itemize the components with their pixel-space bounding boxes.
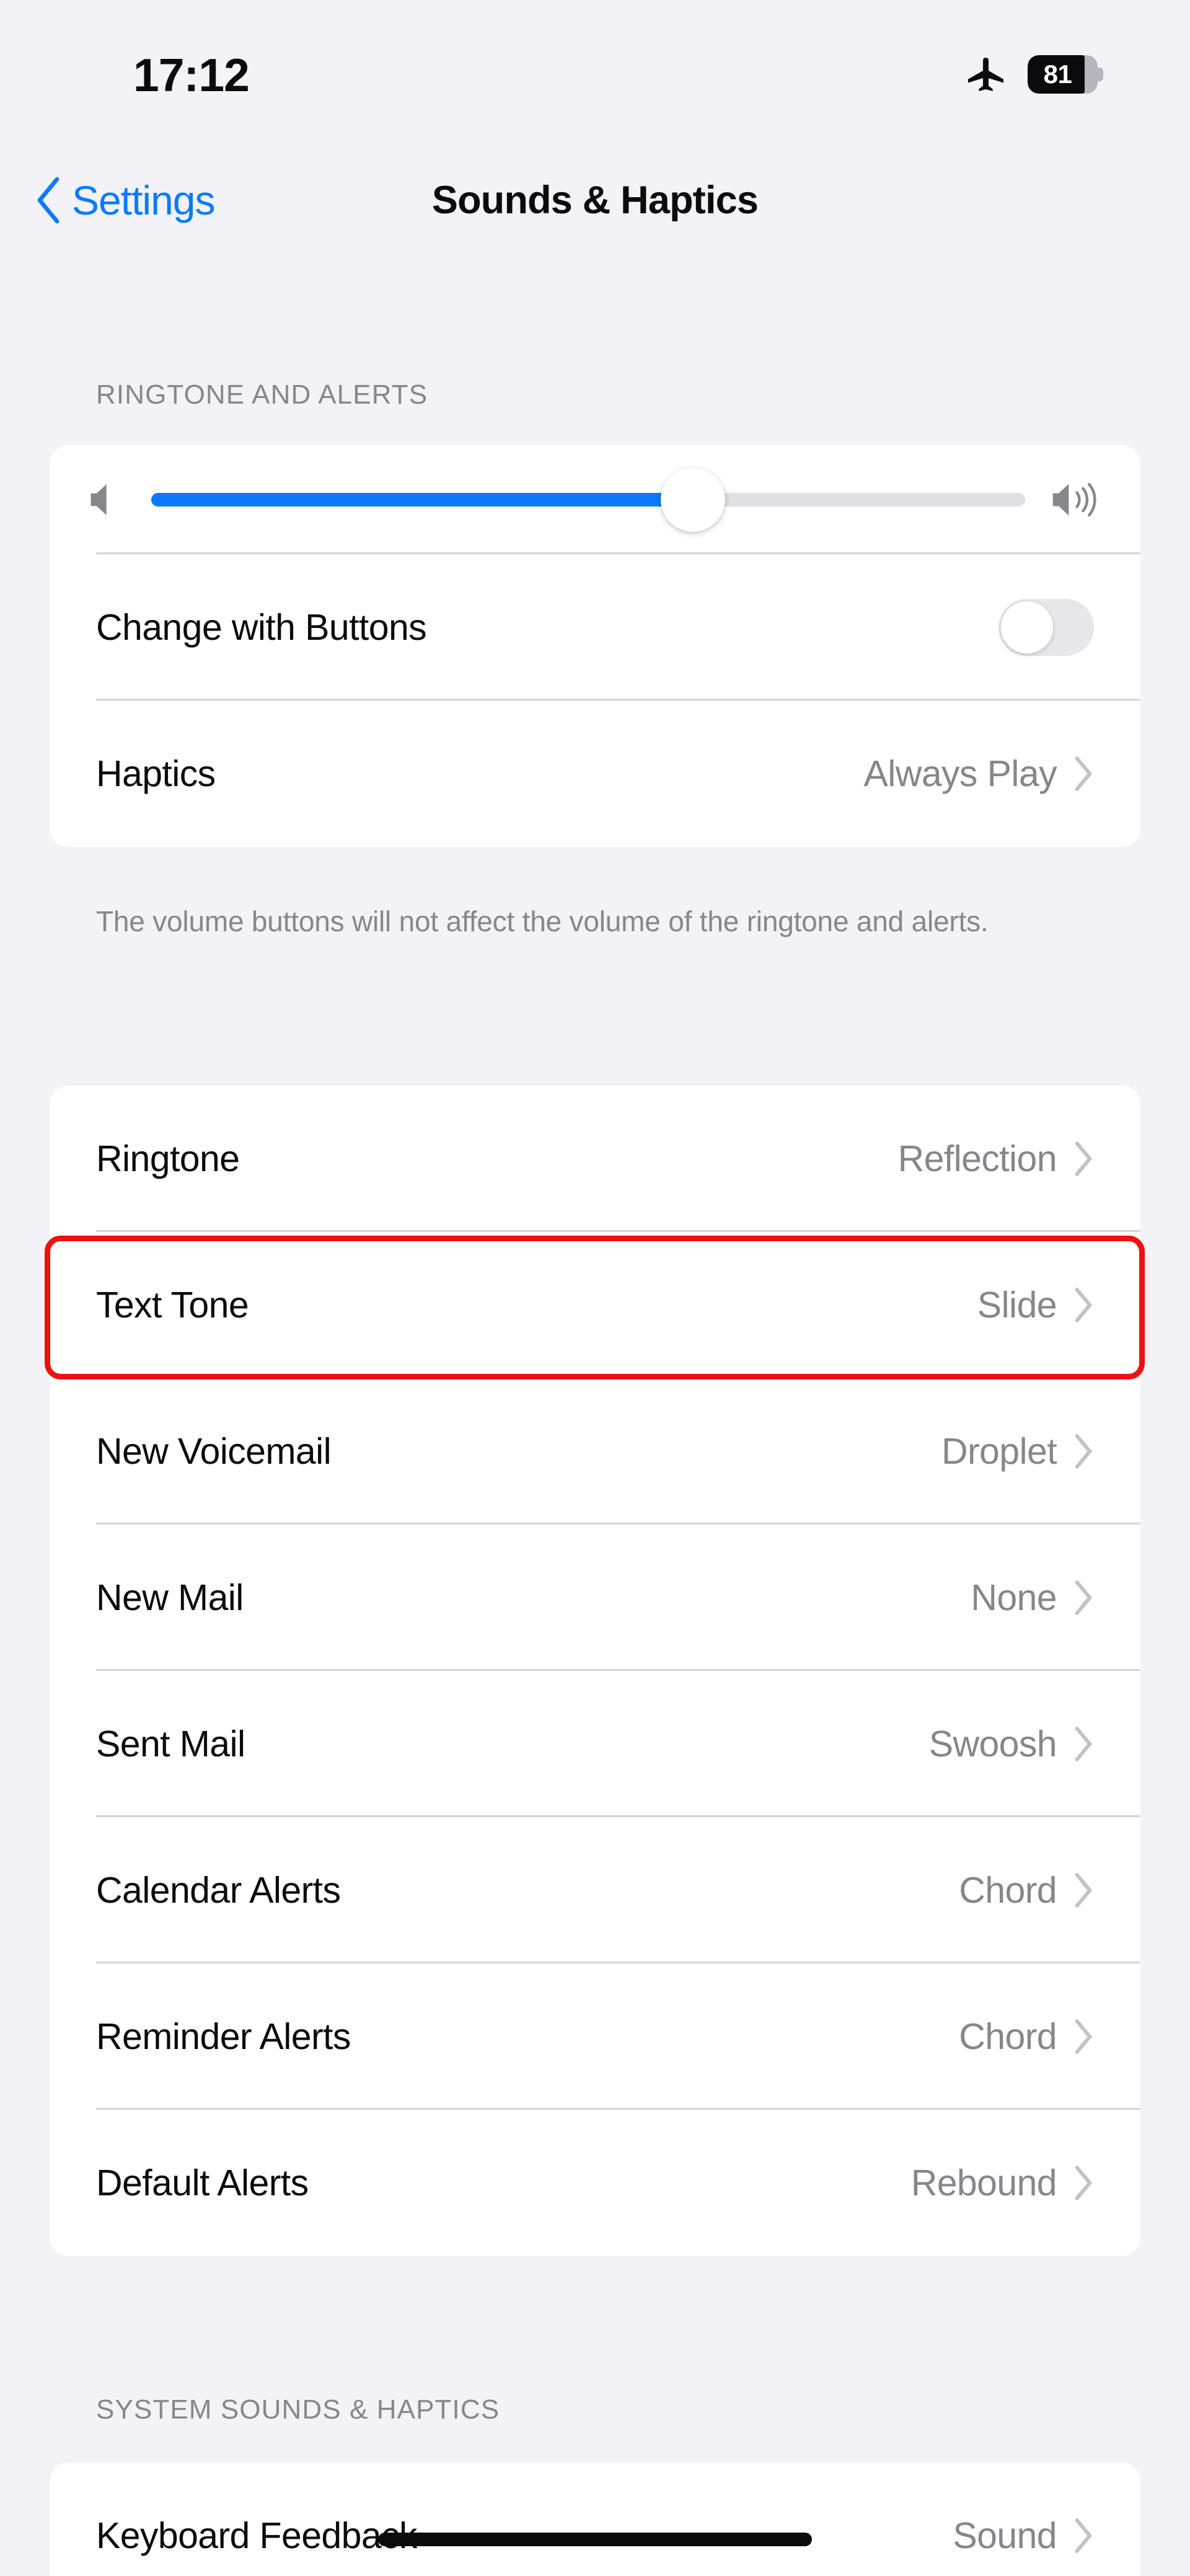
chevron-right-icon [1075, 1727, 1092, 1761]
volume-slider[interactable] [151, 467, 1025, 532]
row-accessory: Swoosh [929, 1723, 1094, 1765]
row-value: Slide [977, 1285, 1057, 1326]
home-indicator[interactable] [378, 2533, 812, 2546]
row-accessory: Reflection [898, 1138, 1094, 1180]
row-haptics[interactable]: Haptics Always Play [50, 701, 1140, 847]
row-value: Rebound [910, 2162, 1057, 2203]
row-value: Chord [959, 1870, 1057, 1911]
row-reminder-alerts[interactable]: Reminder Alerts Chord [50, 1963, 1140, 2110]
section-header-system-sounds-and-haptics: SYSTEM SOUNDS & HAPTICS [96, 2394, 500, 2425]
chevron-right-icon [1075, 2019, 1092, 2054]
change-with-buttons-toggle[interactable] [998, 599, 1094, 656]
status-bar: 17:12 81 [0, 0, 1190, 124]
battery-tip [1097, 68, 1103, 81]
row-label: New Voicemail [96, 1431, 332, 1472]
page-title: Sounds & Haptics [431, 179, 759, 222]
row-label: Change with Buttons [96, 607, 427, 648]
row-label: Default Alerts [96, 2162, 309, 2203]
battery-percent-label: 81 [1043, 60, 1072, 89]
row-accessory: Droplet [941, 1430, 1094, 1472]
chevron-right-icon [1075, 1873, 1092, 1908]
card-ringtone-and-alerts: Change with Buttons Haptics Always Play [50, 445, 1140, 847]
row-label: Text Tone [96, 1285, 249, 1326]
row-label: Keyboard Feedback [96, 2515, 417, 2556]
chevron-right-icon [1075, 1580, 1092, 1615]
row-ringtone[interactable]: Ringtone Reflection [50, 1086, 1140, 1232]
row-label: New Mail [96, 1577, 244, 1618]
row-value: None [971, 1577, 1057, 1618]
row-label: Ringtone [96, 1138, 240, 1179]
row-accessory: Chord [959, 1869, 1094, 1911]
chevron-right-icon [1075, 756, 1092, 791]
row-label: Haptics [96, 753, 216, 794]
row-ringtone-volume [50, 445, 1140, 554]
row-value: Always Play [863, 753, 1057, 794]
row-accessory: Rebound [911, 2162, 1094, 2204]
navigation-bar: Settings Sounds & Haptics [0, 160, 1190, 241]
row-keyboard-feedback[interactable]: Keyboard Feedback Sound [50, 2463, 1140, 2576]
status-bar-indicators: 81 [964, 52, 1103, 97]
row-accessory: Chord [959, 2016, 1094, 2058]
row-calendar-alerts[interactable]: Calendar Alerts Chord [50, 1817, 1140, 1963]
row-accessory: Slide [977, 1284, 1094, 1326]
chevron-right-icon [1075, 2518, 1092, 2553]
volume-slider-fill [151, 493, 694, 507]
volume-slider-thumb[interactable] [661, 467, 726, 532]
chevron-right-icon [1075, 2166, 1092, 2200]
row-accessory: Sound [953, 2515, 1094, 2557]
row-accessory [998, 599, 1094, 656]
airplane-mode-icon [968, 58, 1003, 91]
row-value: Sound [953, 2515, 1057, 2556]
section-header-ringtone-and-alerts: RINGTONE AND ALERTS [96, 379, 428, 410]
speaker-high-icon [1052, 482, 1096, 517]
row-new-mail[interactable]: New Mail None [50, 1525, 1140, 1671]
row-value: Chord [959, 2016, 1057, 2057]
card-tones: Ringtone Reflection Text Tone Slide New … [50, 1086, 1140, 2256]
row-value: Swoosh [928, 1724, 1057, 1764]
row-label: Reminder Alerts [96, 2016, 351, 2057]
row-new-voicemail[interactable]: New Voicemail Droplet [50, 1378, 1140, 1525]
row-value: Droplet [941, 1431, 1057, 1472]
row-sent-mail[interactable]: Sent Mail Swoosh [50, 1671, 1140, 1817]
row-accessory: None [971, 1577, 1094, 1619]
battery-indicator: 81 [1028, 55, 1103, 94]
status-bar-clock: 17:12 [133, 49, 250, 101]
chevron-right-icon [1075, 1288, 1092, 1322]
row-default-alerts[interactable]: Default Alerts Rebound [50, 2110, 1140, 2256]
row-text-tone[interactable]: Text Tone Slide [50, 1232, 1140, 1378]
chevron-right-icon [1075, 1141, 1092, 1176]
card-system-sounds-and-haptics: Keyboard Feedback Sound [50, 2463, 1140, 2576]
row-label: Sent Mail [96, 1724, 245, 1764]
iphone-screen: 17:12 81 Settings Sounds & Haptics RINGT… [0, 0, 1190, 2576]
row-value: Reflection [897, 1138, 1057, 1179]
row-change-with-buttons[interactable]: Change with Buttons [50, 554, 1140, 701]
row-label: Calendar Alerts [96, 1870, 341, 1911]
footer-note-ringtone-and-alerts: The volume buttons will not affect the v… [96, 905, 989, 937]
toggle-knob [1001, 601, 1053, 653]
row-accessory: Always Play [864, 753, 1094, 795]
speaker-low-icon [90, 484, 107, 515]
chevron-right-icon [1075, 1434, 1092, 1469]
